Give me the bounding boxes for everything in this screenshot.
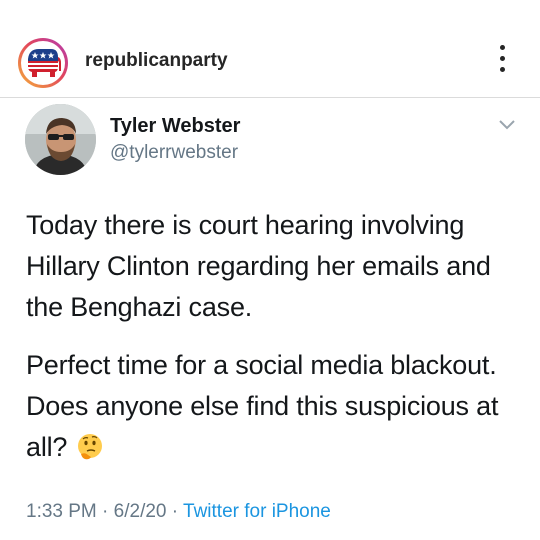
tweet-author-avatar[interactable] <box>25 104 96 175</box>
tweet-source-link[interactable]: Twitter for iPhone <box>183 501 331 522</box>
tweet-text-paragraph-2: Perfect time for a social media blackout… <box>26 345 516 474</box>
tweet-author-handle[interactable]: @tylerrwebster <box>110 142 238 164</box>
username-link[interactable]: republicanparty <box>85 50 228 72</box>
tweet-metadata: 1:33 PM · 6/2/20 · Twitter for iPhone <box>26 501 331 523</box>
tweet-text-paragraph-1: Today there is court hearing involving H… <box>26 210 491 322</box>
separator: · <box>171 501 179 522</box>
profile-avatar[interactable] <box>18 38 68 88</box>
separator: · <box>102 501 109 522</box>
thinking-face-icon <box>75 432 105 474</box>
chevron-down-icon[interactable] <box>498 118 516 136</box>
tweet-author-name[interactable]: Tyler Webster <box>110 115 240 138</box>
tweet-date: 6/2/20 <box>113 501 167 522</box>
avatar-photo <box>25 104 96 175</box>
gop-elephant-logo <box>28 49 61 77</box>
tweet-time: 1:33 PM <box>26 501 97 522</box>
instagram-post-header: republicanparty <box>0 0 540 98</box>
three-dots-vertical-icon[interactable] <box>495 45 509 77</box>
